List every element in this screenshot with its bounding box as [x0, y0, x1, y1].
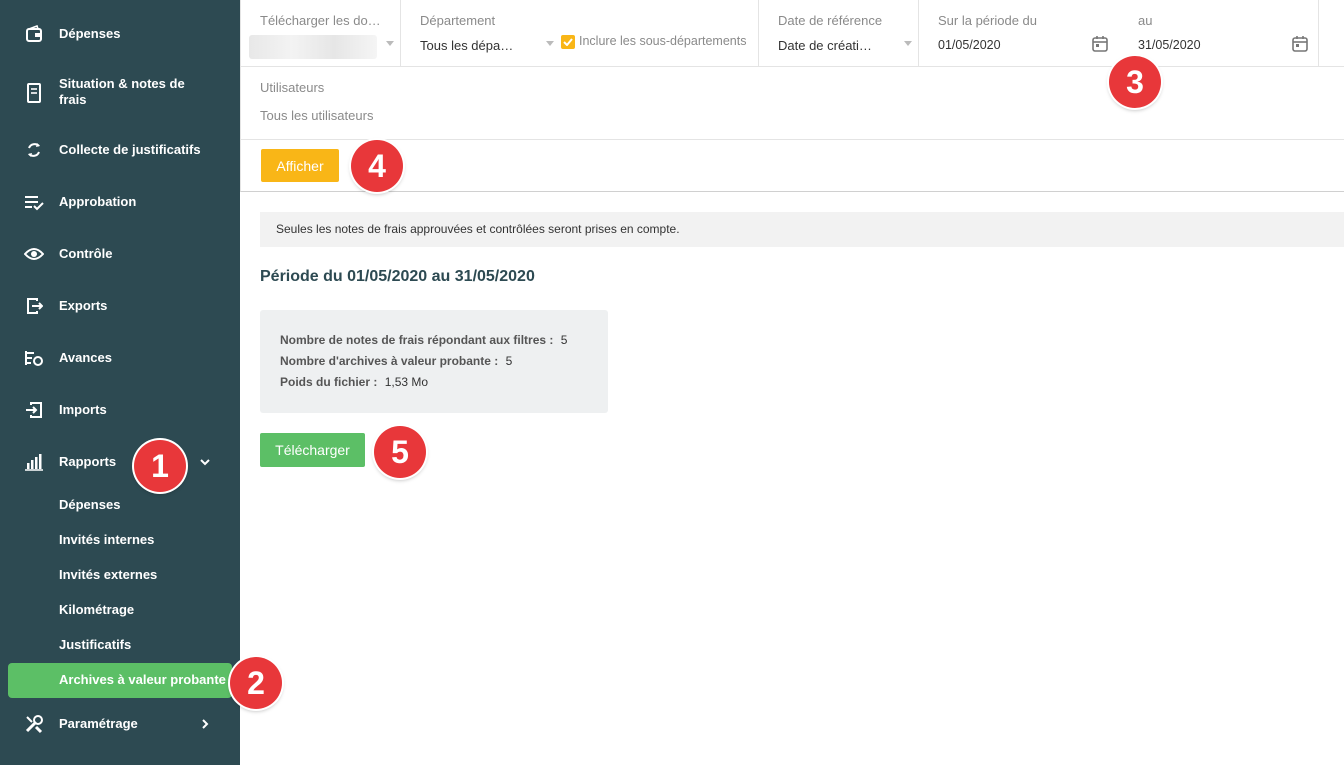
actions-bar: Afficher: [240, 140, 1344, 192]
show-button[interactable]: Afficher: [261, 149, 339, 182]
bar-chart-icon: [24, 452, 44, 472]
import-icon: [24, 400, 44, 420]
stat-value: 1,53 Mo: [384, 375, 429, 389]
sidebar-item-collecte[interactable]: Collecte de justificatifs: [0, 140, 240, 160]
reference-date-label: Date de référence: [778, 13, 883, 28]
annotation-marker-4: 4: [351, 140, 403, 192]
department-value: Tous les dépa…: [420, 38, 514, 53]
sidebar-item-label: Dépenses: [59, 26, 121, 41]
period-to-label: au: [1138, 13, 1153, 28]
blurred-value: [249, 35, 377, 59]
period-from-field[interactable]: Sur la période du 01/05/2020: [919, 0, 1119, 67]
period-title: Période du 01/05/2020 au 31/05/2020: [260, 268, 535, 285]
sidebar-item-avances[interactable]: Avances: [0, 348, 240, 368]
sidebar-item-label: Approbation: [59, 194, 137, 209]
wallet-icon: [24, 24, 44, 44]
department-label: Département: [420, 13, 496, 28]
advance-icon: [24, 348, 44, 368]
users-filter[interactable]: Utilisateurs Tous les utilisateurs: [240, 67, 1344, 140]
submenu-item-archives[interactable]: Archives à valeur probante: [59, 672, 226, 687]
sidebar-item-parametrage[interactable]: Paramétrage: [0, 714, 240, 734]
sidebar-item-label: Rapports: [59, 454, 117, 469]
stat-row: Poids du fichier : 1,53 Mo: [280, 375, 428, 389]
annotation-marker-3: 3: [1109, 56, 1161, 108]
sidebar-item-depenses[interactable]: Dépenses: [0, 24, 240, 44]
export-icon: [24, 296, 44, 316]
include-subdepartments-label: Inclure les sous-départements: [579, 34, 747, 48]
sidebar-item-label: Paramétrage: [59, 716, 138, 731]
stat-label: Nombre de notes de frais répondant aux f…: [280, 333, 554, 347]
calendar-icon[interactable]: [1091, 35, 1109, 58]
sidebar-item-controle[interactable]: Contrôle: [0, 244, 240, 264]
period-from-label: Sur la période du: [938, 13, 1038, 28]
download-button[interactable]: Télécharger: [260, 433, 365, 467]
eye-icon: [24, 244, 44, 264]
period-to-value: 31/05/2020: [1138, 38, 1201, 52]
stats-panel: Nombre de notes de frais répondant aux f…: [260, 310, 608, 413]
stat-row: Nombre de notes de frais répondant aux f…: [280, 333, 567, 347]
sidebar-item-label: Exports: [59, 298, 108, 313]
submenu-item-justificatifs[interactable]: Justificatifs: [59, 637, 131, 652]
reference-date-select[interactable]: Date de référence Date de créati…: [759, 0, 919, 67]
sidebar-item-situation[interactable]: Situation & notes de frais: [0, 76, 240, 110]
submenu-item-invites-externes[interactable]: Invités externes: [59, 567, 157, 582]
chevron-right-icon[interactable]: [198, 717, 212, 731]
stat-row: Nombre d'archives à valeur probante : 5: [280, 354, 512, 368]
sync-icon: [24, 140, 44, 160]
stat-label: Poids du fichier :: [280, 375, 378, 389]
tools-icon: [24, 714, 44, 734]
include-subdepartments-checkbox[interactable]: [561, 35, 575, 49]
annotation-marker-5: 5: [374, 426, 426, 478]
annotation-marker-1: 1: [134, 440, 186, 492]
stat-value: 5: [505, 354, 513, 368]
annotation-marker-2: 2: [230, 657, 282, 709]
period-to-field[interactable]: au 31/05/2020: [1119, 0, 1319, 67]
period-from-value: 01/05/2020: [938, 38, 1001, 52]
download-docs-label: Télécharger les do…: [260, 13, 381, 28]
sidebar-item-imports[interactable]: Imports: [0, 400, 240, 420]
reference-date-value: Date de créati…: [778, 38, 872, 53]
users-label: Utilisateurs: [260, 80, 325, 95]
users-value: Tous les utilisateurs: [260, 108, 374, 123]
filter-bar: Télécharger les do… Département Tous les…: [240, 0, 1344, 67]
list-check-icon: [24, 192, 44, 212]
caret-down-icon: [546, 41, 554, 46]
sidebar-item-label: Collecte de justificatifs: [59, 142, 201, 157]
stat-label: Nombre d'archives à valeur probante :: [280, 354, 499, 368]
sidebar-item-approbation[interactable]: Approbation: [0, 192, 240, 212]
chevron-down-icon[interactable]: [198, 455, 212, 469]
sidebar-item-exports[interactable]: Exports: [0, 296, 240, 316]
sidebar-item-label: Contrôle: [59, 246, 113, 261]
receipt-icon: [24, 83, 44, 103]
stat-value: 5: [560, 333, 568, 347]
caret-down-icon: [386, 41, 394, 46]
sidebar-item-label: Avances: [59, 350, 112, 365]
caret-down-icon: [904, 41, 912, 46]
submenu-item-invites-internes[interactable]: Invités internes: [59, 532, 154, 547]
calendar-icon[interactable]: [1291, 35, 1309, 58]
sidebar-item-label: Imports: [59, 402, 107, 417]
department-select[interactable]: Département Tous les dépa… Inclure les s…: [401, 0, 759, 67]
sidebar-item-label: Situation & notes de frais: [59, 76, 185, 107]
sidebar-item-rapports[interactable]: Rapports: [0, 452, 240, 472]
download-docs-select[interactable]: Télécharger les do…: [241, 0, 401, 67]
submenu-item-kilometrage[interactable]: Kilométrage: [59, 602, 134, 617]
sidebar: Dépenses Situation & notes de frais Coll…: [0, 0, 240, 765]
submenu-item-depenses[interactable]: Dépenses: [59, 497, 120, 512]
notice-banner: Seules les notes de frais approuvées et …: [260, 212, 1344, 247]
